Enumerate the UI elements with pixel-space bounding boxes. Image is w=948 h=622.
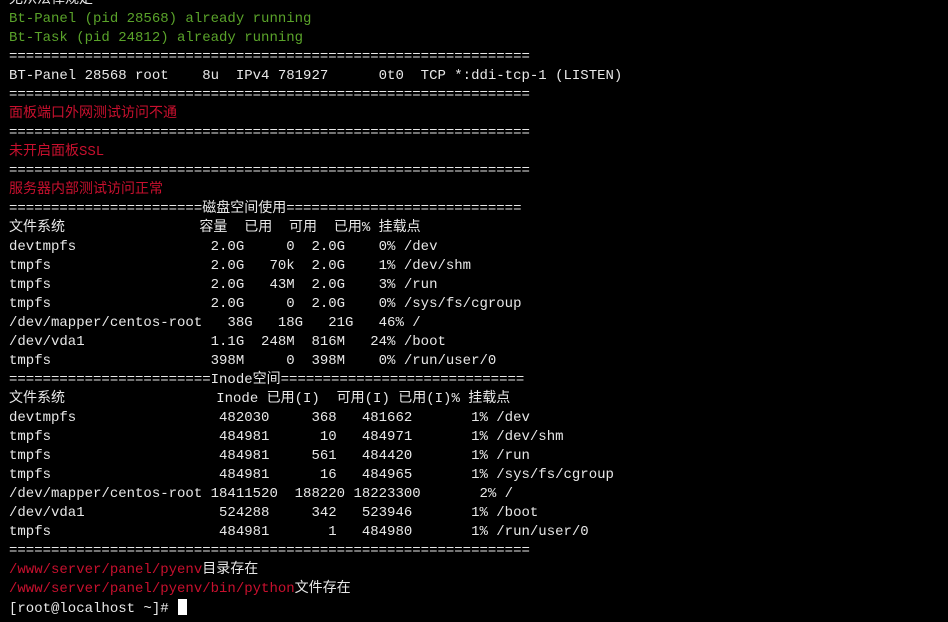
output-line: 无从法律规定	[9, 0, 93, 8]
python-file-suffix: 文件存在	[294, 581, 351, 597]
table-row: /dev/mapper/centos-root 18411520 188220 …	[9, 486, 514, 502]
table-row: tmpfs 484981 1 484980 1% /run/user/0	[9, 524, 589, 540]
separator-line: ========================================…	[9, 163, 530, 179]
table-row: tmpfs 484981 561 484420 1% /run	[9, 448, 530, 464]
separator-line: ========================================…	[9, 87, 530, 103]
output-line: BT-Panel 28568 root 8u IPv4 781927 0t0 T…	[9, 68, 623, 84]
section-header: =======================磁盘空间使用===========…	[9, 201, 522, 217]
table-row: tmpfs 2.0G 0 2.0G 0% /sys/fs/cgroup	[9, 296, 522, 312]
separator-line: ========================================…	[9, 543, 530, 559]
table-row: tmpfs 2.0G 43M 2.0G 3% /run	[9, 277, 438, 293]
python-file-status: /www/server/panel/pyenv/bin/python文件存在	[9, 580, 948, 599]
pyenv-dir-status: /www/server/panel/pyenv目录存在	[9, 561, 948, 580]
output-line: 未开启面板SSL	[9, 144, 105, 160]
command-line[interactable]: [root@localhost ~]#	[9, 599, 948, 618]
table-row: tmpfs 398M 0 398M 0% /run/user/0	[9, 353, 497, 369]
table-row: devtmpfs 2.0G 0 2.0G 0% /dev	[9, 239, 438, 255]
table-row: /dev/mapper/centos-root 38G 18G 21G 46% …	[9, 315, 421, 331]
pyenv-dir-path: /www/server/panel/pyenv	[9, 562, 203, 578]
separator-line: ========================================…	[9, 49, 530, 65]
table-row: /dev/vda1 524288 342 523946 1% /boot	[9, 505, 539, 521]
text-cursor	[178, 599, 188, 615]
output-line: 服务器内部测试访问正常	[9, 182, 163, 198]
pyenv-dir-suffix: 目录存在	[202, 562, 259, 578]
output-line: 面板端口外网测试访问不通	[9, 106, 177, 122]
output-line: Bt-Task (pid 24812) already running	[9, 30, 304, 46]
table-row: /dev/vda1 1.1G 248M 816M 24% /boot	[9, 334, 446, 350]
section-header: ========================Inode空间=========…	[9, 372, 525, 388]
table-row: tmpfs 484981 16 484965 1% /sys/fs/cgroup	[9, 467, 614, 483]
terminal-window[interactable]: 无从法律规定 Bt-Panel (pid 28568) already runn…	[0, 0, 948, 617]
shell-prompt: [root@localhost ~]#	[9, 601, 178, 617]
table-row: devtmpfs 482030 368 481662 1% /dev	[9, 410, 530, 426]
separator-line: ========================================…	[9, 125, 530, 141]
table-header: 文件系统 Inode 已用(I) 可用(I) 已用(I)% 挂载点	[9, 391, 511, 407]
output-line: Bt-Panel (pid 28568) already running	[9, 11, 312, 27]
python-file-path: /www/server/panel/pyenv/bin/python	[9, 581, 295, 597]
table-row: tmpfs 484981 10 484971 1% /dev/shm	[9, 429, 564, 445]
table-row: tmpfs 2.0G 70k 2.0G 1% /dev/shm	[9, 258, 472, 274]
table-header: 文件系统 容量 已用 可用 已用% 挂载点	[9, 220, 421, 236]
terminal-output: 无从法律规定 Bt-Panel (pid 28568) already runn…	[9, 0, 948, 618]
